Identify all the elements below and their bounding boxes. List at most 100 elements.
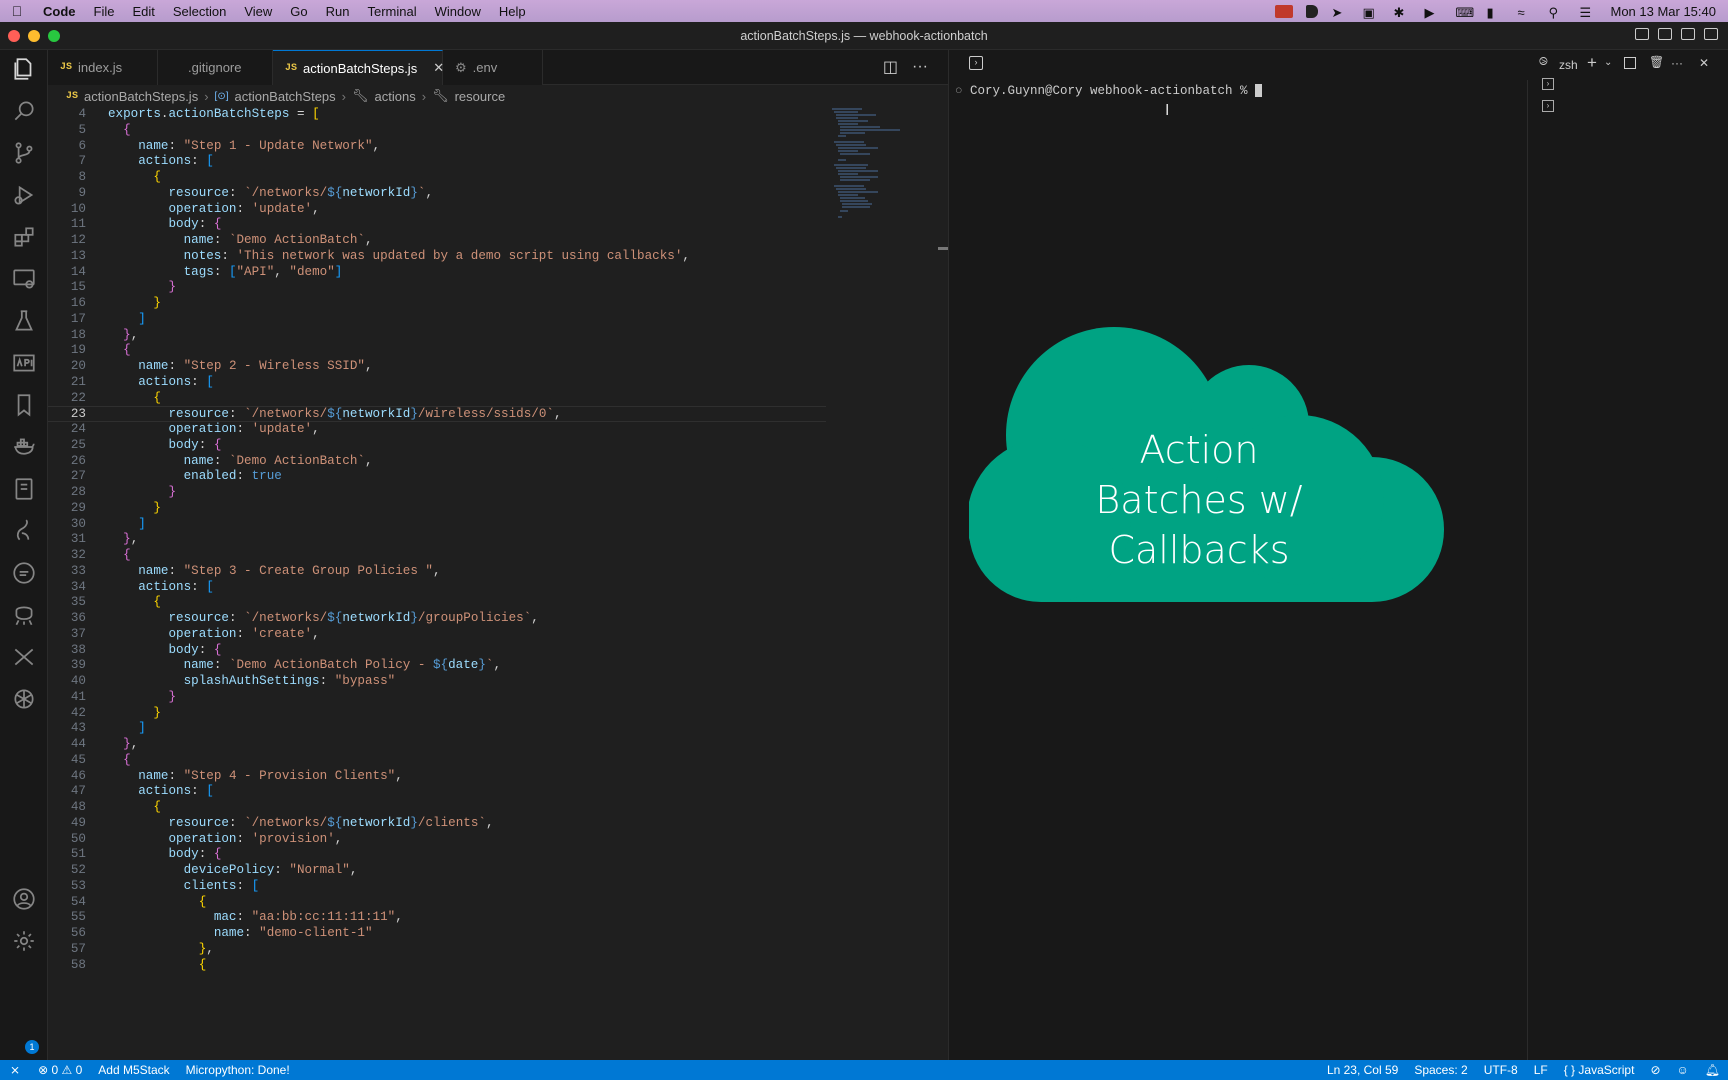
close-panel-icon[interactable]: ✕ xyxy=(1699,56,1709,70)
code-line[interactable]: 5 { xyxy=(48,123,948,139)
manage-gear-icon[interactable] xyxy=(9,926,39,956)
menu-window[interactable]: Window xyxy=(426,4,490,19)
code-line[interactable]: 33 name: "Step 3 - Create Group Policies… xyxy=(48,564,948,580)
code-line[interactable]: 57 }, xyxy=(48,942,948,958)
menu-view[interactable]: View xyxy=(235,4,281,19)
bluetooth-icon[interactable]: ✱ xyxy=(1393,5,1411,20)
code-line[interactable]: 43 ] xyxy=(48,721,948,737)
wifi-icon[interactable]: ≈ xyxy=(1517,5,1535,20)
trash-icon[interactable]: 🗑︎ xyxy=(1649,55,1664,69)
feedback-icon[interactable]: ☺ xyxy=(1669,1063,1697,1077)
code-line[interactable]: 56 name: "demo-client-1" xyxy=(48,926,948,942)
menu-file[interactable]: File xyxy=(85,4,124,19)
indentation[interactable]: Spaces: 2 xyxy=(1406,1063,1475,1077)
menubar-datetime[interactable]: Mon 13 Mar 15:40 xyxy=(1610,4,1716,19)
code-editor[interactable]: 4 exports.actionBatchSteps = [5 {6 name: … xyxy=(48,107,948,1060)
code-line[interactable]: 16 } xyxy=(48,296,948,312)
code-line[interactable]: 38 body: { xyxy=(48,643,948,659)
code-line[interactable]: 22 { xyxy=(48,391,948,407)
code-line[interactable]: 28 } xyxy=(48,485,948,501)
toggle-sidebar-icon[interactable] xyxy=(1635,28,1649,40)
api-icon[interactable] xyxy=(9,348,39,378)
remote-explorer-icon[interactable] xyxy=(9,264,39,294)
battery-icon[interactable]: ▮ xyxy=(1486,5,1504,20)
docker-icon[interactable] xyxy=(9,432,39,462)
code-line[interactable]: 50 operation: 'provision', xyxy=(48,832,948,848)
code-line[interactable]: 42 } xyxy=(48,706,948,722)
breadcrumb-actions[interactable]: actions xyxy=(375,89,416,104)
breadcrumb-resource[interactable]: resource xyxy=(455,89,506,104)
code-line[interactable]: 58 { xyxy=(48,958,948,974)
code-line[interactable]: 11 body: { xyxy=(48,217,948,233)
problems-indicator[interactable]: ⊗ 0 ⚠ 0 xyxy=(30,1063,90,1077)
code-line[interactable]: 21 actions: [ xyxy=(48,375,948,391)
new-terminal-icon[interactable]: + xyxy=(1587,53,1597,73)
cursor-position[interactable]: Ln 23, Col 59 xyxy=(1319,1063,1406,1077)
source-control-icon[interactable] xyxy=(9,138,39,168)
minimap[interactable] xyxy=(830,107,920,227)
code-line[interactable]: 9 resource: `/networks/${networkId}`, xyxy=(48,186,948,202)
code-line[interactable]: 13 notes: 'This network was updated by a… xyxy=(48,249,948,265)
code-line[interactable]: 26 name: `Demo ActionBatch`, xyxy=(48,454,948,470)
code-line[interactable]: 25 body: { xyxy=(48,438,948,454)
terminal-side-icon[interactable]: › xyxy=(1542,78,1554,90)
code-line[interactable]: 41 } xyxy=(48,690,948,706)
code-line[interactable]: 40 splashAuthSettings: "bypass" xyxy=(48,674,948,690)
split-editor-icon[interactable]: ◫ xyxy=(883,57,898,77)
code-line[interactable]: 52 devicePolicy: "Normal", xyxy=(48,863,948,879)
screen-record-icon[interactable]: ▣ xyxy=(1362,5,1380,20)
play-icon[interactable]: ▶ xyxy=(1424,5,1442,20)
menu-help[interactable]: Help xyxy=(490,4,535,19)
minimize-window-button[interactable] xyxy=(28,30,40,42)
gitkraken-icon[interactable] xyxy=(9,600,39,630)
breadcrumb-symbol[interactable]: actionBatchSteps xyxy=(234,89,335,104)
more-actions-icon[interactable]: ··· xyxy=(912,58,928,76)
terminal-icon[interactable]: › xyxy=(969,56,983,70)
encoding[interactable]: UTF-8 xyxy=(1476,1063,1526,1077)
json-icon[interactable] xyxy=(9,558,39,588)
code-line[interactable]: 18 }, xyxy=(48,328,948,344)
code-line[interactable]: 54 { xyxy=(48,895,948,911)
code-line[interactable]: 4 exports.actionBatchSteps = [ xyxy=(48,107,948,123)
menu-app[interactable]: Code xyxy=(34,4,85,19)
menu-go[interactable]: Go xyxy=(281,4,316,19)
x-tools-icon[interactable] xyxy=(9,642,39,672)
toggle-panel-icon[interactable] xyxy=(1658,28,1672,40)
add-m5stack-button[interactable]: Add M5Stack xyxy=(90,1063,177,1077)
code-line[interactable]: 24 operation: 'update', xyxy=(48,422,948,438)
code-line[interactable]: 37 operation: 'create', xyxy=(48,627,948,643)
code-line[interactable]: 47 actions: [ xyxy=(48,784,948,800)
recording-icon[interactable] xyxy=(1275,4,1294,18)
micropython-status[interactable]: Micropython: Done! xyxy=(178,1063,298,1077)
code-line[interactable]: 36 resource: `/networks/${networkId}/gro… xyxy=(48,611,948,627)
code-line[interactable]: 23 resource: `/networks/${networkId}/wir… xyxy=(48,406,826,422)
code-line[interactable]: 20 name: "Step 2 - Wireless SSID", xyxy=(48,359,948,375)
close-window-button[interactable] xyxy=(8,30,20,42)
code-line[interactable]: 19 { xyxy=(48,343,948,359)
line-ending[interactable]: LF xyxy=(1526,1063,1556,1077)
accounts-icon[interactable] xyxy=(9,884,39,914)
tab-gitignore[interactable]: .gitignore xyxy=(158,50,273,85)
code-line[interactable]: 7 actions: [ xyxy=(48,154,948,170)
code-line[interactable]: 15 } xyxy=(48,280,948,296)
terminal-shell-label[interactable]: zsh xyxy=(1559,58,1578,72)
terminal-side-icon[interactable]: › xyxy=(1542,100,1554,112)
run-debug-icon[interactable] xyxy=(9,180,39,210)
notifications-bell-icon[interactable]: 🔔︎ xyxy=(1697,1063,1728,1077)
code-line[interactable]: 30 ] xyxy=(48,517,948,533)
copilot-icon[interactable]: ⊘ xyxy=(1642,1063,1668,1077)
breadcrumb-file[interactable]: actionBatchSteps.js xyxy=(84,89,198,104)
control-center-icon[interactable]: ☰ xyxy=(1579,5,1597,20)
split-terminal-icon[interactable] xyxy=(1624,57,1636,69)
code-line[interactable]: 27 enabled: true xyxy=(48,469,948,485)
code-line[interactable]: 12 name: `Demo ActionBatch`, xyxy=(48,233,948,249)
code-line[interactable]: 32 { xyxy=(48,548,948,564)
toggle-secondary-sidebar-icon[interactable] xyxy=(1681,28,1695,40)
keyboard-icon[interactable]: ⌨ xyxy=(1455,5,1474,20)
menu-selection[interactable]: Selection xyxy=(164,4,235,19)
tab-index-js[interactable]: JS index.js xyxy=(48,50,158,85)
more-actions-icon[interactable]: ··· xyxy=(1671,56,1683,70)
remote-indicator-icon[interactable]: ⨯ xyxy=(0,1063,30,1077)
menu-terminal[interactable]: Terminal xyxy=(359,4,426,19)
code-line[interactable]: 6 name: "Step 1 - Update Network", xyxy=(48,139,948,155)
